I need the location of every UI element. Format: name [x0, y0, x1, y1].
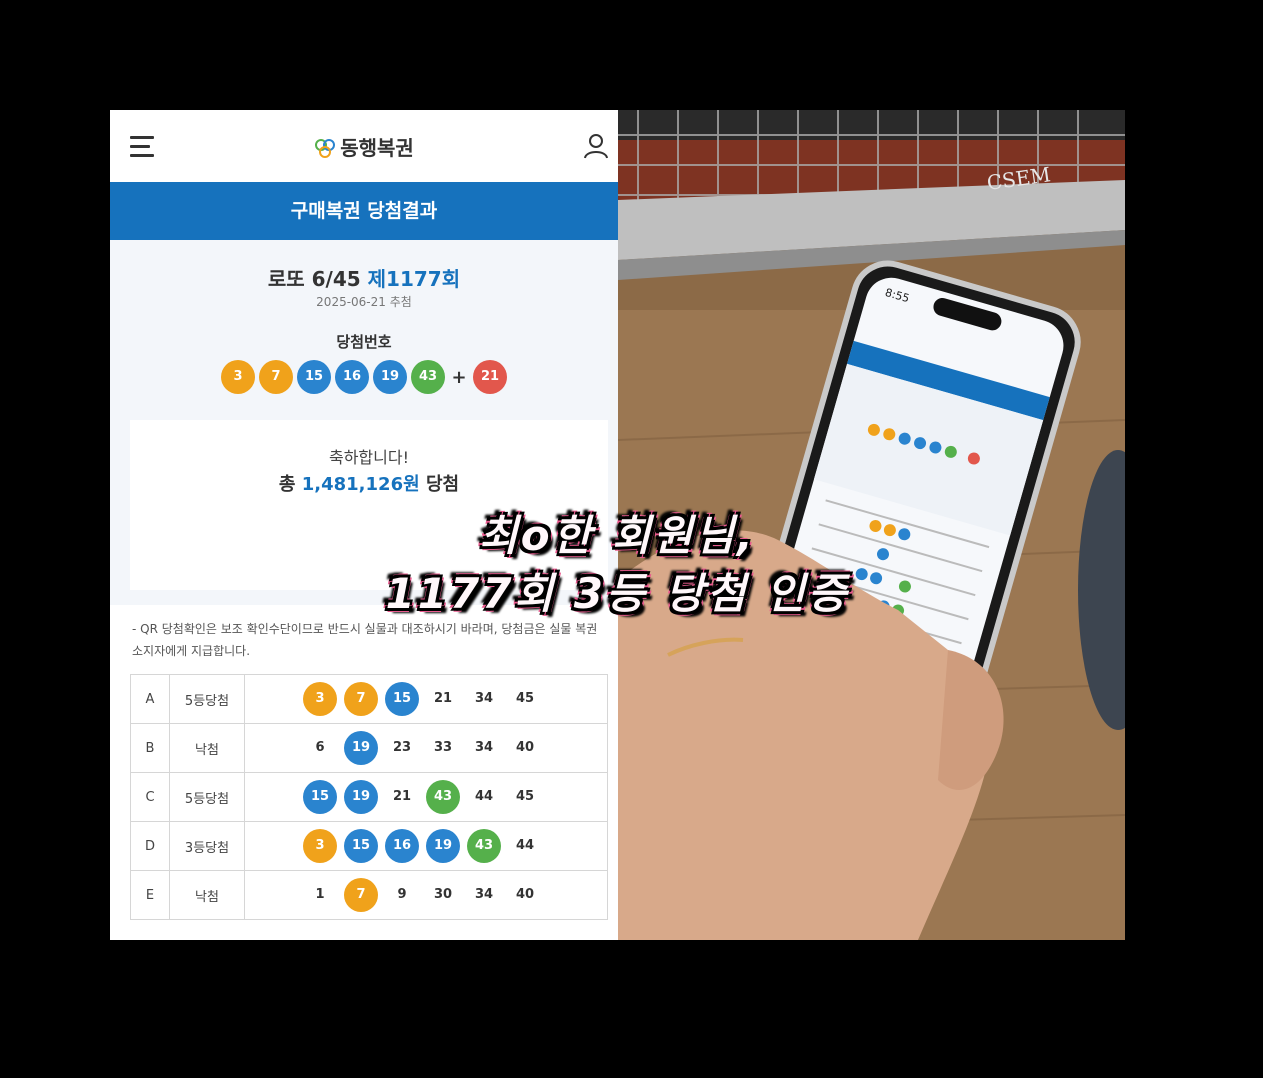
game-title: 로또 6/45 제1177회 [110, 263, 618, 292]
picked-number: 23 [392, 740, 412, 755]
matched-number-ball: 3 [303, 829, 337, 863]
matched-number-ball: 19 [344, 731, 378, 765]
result-row: E 낙첨 1 7 9 30 34 40 [130, 870, 608, 920]
brand-name: 동행복권 [340, 136, 414, 160]
draw-date: 2025-06-21 추첨 [316, 295, 412, 309]
picked-number: 30 [433, 887, 453, 902]
image-frame: 동행복권 구매복권 당첨결과 로또 6/45 제1177회 2025-06-21… [110, 110, 1125, 940]
matched-number-ball: 19 [426, 829, 460, 863]
plus-sign: + [451, 366, 467, 388]
picked-number: 1 [315, 887, 325, 902]
picked-number: 34 [474, 887, 494, 902]
total-suffix: 당첨 [425, 474, 460, 495]
ticket-results-table: A 5등당첨 3 7 15 21 34 45 B 낙첨 6 19 23 33 34 40 C 5등당첨 15 19 21… [130, 674, 608, 920]
picked-number: 21 [392, 789, 412, 804]
qr-notice: - QR 당첨확인은 보조 확인수단이므로 반드시 실물과 대조하시기 바라며,… [132, 622, 598, 658]
matched-number-ball: 3 [303, 682, 337, 716]
matched-number-ball: 7 [344, 682, 378, 716]
picked-number: 9 [397, 887, 407, 902]
total-prefix: 총 [278, 474, 296, 495]
top-bar: 동행복권 [110, 110, 618, 182]
page-title: 구매복권 당첨결과 [110, 182, 618, 240]
round-number: 제1177회 [367, 267, 461, 291]
clover-logo-icon [315, 139, 336, 158]
picked-number: 34 [474, 691, 494, 706]
picked-number: 40 [515, 887, 535, 902]
matched-number-ball: 19 [344, 780, 378, 814]
picked-number: 40 [515, 740, 535, 755]
game-name: 로또 6/45 [267, 267, 361, 291]
picked-number: 6 [315, 740, 325, 755]
picked-number: 45 [515, 789, 535, 804]
congrats-text: 축하합니다! [328, 448, 409, 467]
picked-numbers-cell: 3 7 15 21 34 45 [244, 674, 608, 724]
matched-number-ball: 15 [344, 829, 378, 863]
winning-ball: 3 [221, 360, 255, 394]
game-letter: C [130, 772, 170, 822]
result-row: D 3등당첨 3 15 16 19 43 44 [130, 821, 608, 871]
game-letter: E [130, 870, 170, 920]
matched-number-ball: 7 [344, 878, 378, 912]
picked-number: 44 [474, 789, 494, 804]
winning-ball: 16 [335, 360, 369, 394]
total-amount: 1,481,126원 [301, 474, 420, 495]
game-letter: D [130, 821, 170, 871]
game-letter: B [130, 723, 170, 773]
winning-ball: 19 [373, 360, 407, 394]
winning-numbers-label: 당첨번호 [336, 333, 392, 351]
result-rank: 5등당첨 [169, 674, 245, 724]
picked-number: 33 [433, 740, 453, 755]
matched-number-ball: 43 [426, 780, 460, 814]
matched-number-ball: 43 [467, 829, 501, 863]
picked-number: 45 [515, 691, 535, 706]
result-rank: 낙첨 [169, 723, 245, 773]
result-rank: 3등당첨 [169, 821, 245, 871]
picked-number: 21 [433, 691, 453, 706]
total-prize: 총 1,481,126원 당첨 [130, 470, 608, 496]
caption-line-2: 1177회 3등 당첨 인증 [385, 569, 850, 618]
picked-number: 34 [474, 740, 494, 755]
picked-numbers-cell: 3 15 16 19 43 44 [244, 821, 608, 871]
picked-numbers-cell: 6 19 23 33 34 40 [244, 723, 608, 773]
picked-numbers-cell: 1 7 9 30 34 40 [244, 870, 608, 920]
caption-line-1: 최o한 회원님, [479, 511, 756, 560]
result-row: B 낙첨 6 19 23 33 34 40 [130, 723, 608, 773]
result-row: C 5등당첨 15 19 21 43 44 45 [130, 772, 608, 822]
user-icon[interactable] [582, 132, 610, 160]
matched-number-ball: 15 [385, 682, 419, 716]
winning-ball: 43 [411, 360, 445, 394]
brand-logo[interactable]: 동행복권 [110, 132, 618, 161]
matched-number-ball: 15 [303, 780, 337, 814]
game-letter: A [130, 674, 170, 724]
bonus-ball: 21 [473, 360, 507, 394]
picked-numbers-cell: 15 19 21 43 44 45 [244, 772, 608, 822]
winning-ball: 15 [297, 360, 331, 394]
result-rank: 5등당첨 [169, 772, 245, 822]
result-row: A 5등당첨 3 7 15 21 34 45 [130, 674, 608, 724]
winning-ball: 7 [259, 360, 293, 394]
result-rank: 낙첨 [169, 870, 245, 920]
picked-number: 44 [515, 838, 535, 853]
winning-numbers: 3 7 15 16 19 43 +21 [110, 360, 618, 394]
matched-number-ball: 16 [385, 829, 419, 863]
